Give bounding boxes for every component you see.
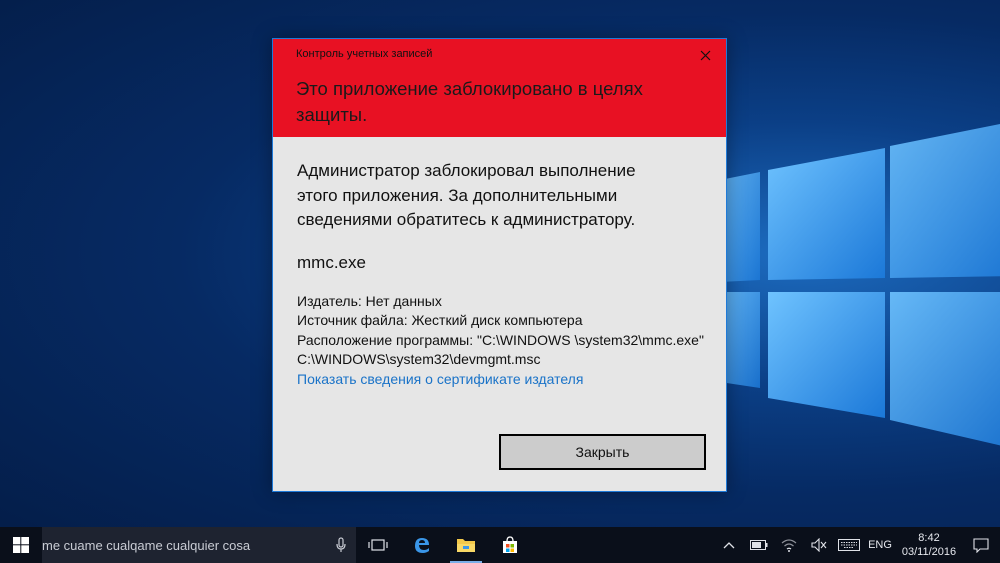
volume-muted-icon xyxy=(811,538,827,552)
task-view-icon xyxy=(368,539,388,551)
dialog-heading: Это приложение заблокировано в целях защ… xyxy=(296,78,643,125)
dialog-body: Администратор заблокировал выполнение эт… xyxy=(273,137,726,389)
show-hidden-icons-button[interactable] xyxy=(714,527,744,563)
system-tray: ENG 8:42 03/11/2016 xyxy=(714,527,1000,563)
store-icon xyxy=(503,536,517,553)
touch-keyboard-button[interactable] xyxy=(834,527,864,563)
keyboard-icon xyxy=(838,539,860,551)
clock[interactable]: 8:42 03/11/2016 xyxy=(896,527,962,563)
windows-start-icon xyxy=(13,537,29,553)
store-taskbar-button[interactable] xyxy=(488,527,532,563)
search-text: me cuame cualqame cualquier cosa xyxy=(42,537,251,553)
notification-icon xyxy=(973,537,989,553)
action-center-button[interactable] xyxy=(962,527,1000,563)
close-button[interactable]: Закрыть xyxy=(499,434,706,470)
publisher-line: Издатель: Нет данных xyxy=(297,292,442,309)
clock-date: 03/11/2016 xyxy=(901,546,957,558)
taskbar: me cuame cualqame cualquier cosa ENG 8:4… xyxy=(0,527,1000,563)
battery-icon xyxy=(750,540,768,550)
dialog-header: Контроль учетных записей Это приложение … xyxy=(273,39,726,137)
file-source-line: Источник файла: Жесткий диск компьютера xyxy=(297,312,583,328)
dialog-message: Администратор заблокировал выполнение эт… xyxy=(297,161,636,229)
input-language-indicator[interactable]: ENG xyxy=(864,527,896,563)
certificate-details-link[interactable]: Показать сведения о сертификате издателя xyxy=(297,370,583,389)
task-view-button[interactable] xyxy=(356,527,400,563)
file-explorer-taskbar-button[interactable] xyxy=(444,527,488,563)
dialog-caption: Контроль учетных записей xyxy=(296,48,433,60)
wifi-icon xyxy=(781,539,797,552)
dialog-details: Издатель: Нет данных Источник файла: Жес… xyxy=(297,292,707,390)
start-button[interactable] xyxy=(0,527,42,563)
network-button[interactable] xyxy=(774,527,804,563)
taskbar-search-box[interactable]: me cuame cualqame cualquier cosa xyxy=(42,527,356,563)
edge-taskbar-button[interactable] xyxy=(400,527,444,563)
microphone-button[interactable] xyxy=(326,537,356,553)
microphone-icon xyxy=(336,537,346,552)
desktop: Контроль учетных записей Это приложение … xyxy=(0,0,1000,563)
volume-button[interactable] xyxy=(804,527,834,563)
clock-time: 8:42 xyxy=(918,532,940,544)
battery-button[interactable] xyxy=(744,527,774,563)
close-icon xyxy=(700,50,710,60)
chevron-up-icon xyxy=(723,542,735,549)
edge-icon xyxy=(415,538,429,553)
program-location-line: Расположение программы: "C:\WINDOWS \sys… xyxy=(297,331,704,368)
blocked-app-dialog: Контроль учетных записей Это приложение … xyxy=(272,38,727,492)
blocked-file-name: mmc.exe xyxy=(297,252,366,272)
file-explorer-icon xyxy=(457,539,475,552)
dialog-close-x[interactable] xyxy=(694,45,716,65)
windows-wallpaper-logo xyxy=(720,124,1000,446)
